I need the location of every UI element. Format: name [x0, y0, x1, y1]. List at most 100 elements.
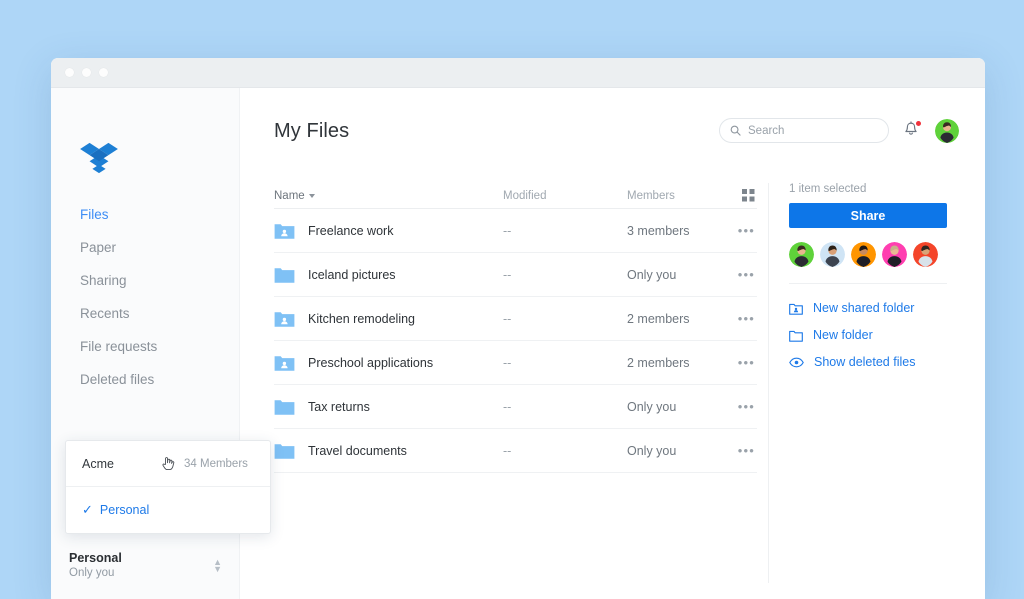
row-name-cell: Preschool applications: [274, 354, 503, 372]
dropbox-logo[interactable]: [80, 141, 118, 175]
row-overflow-menu[interactable]: •••: [727, 267, 757, 282]
popup-team-name: Acme: [82, 456, 114, 471]
row-modified-cell: --: [503, 267, 512, 282]
grid-view-toggle[interactable]: [727, 189, 757, 202]
row-modified-cell: --: [503, 311, 512, 326]
table-row[interactable]: Iceland pictures -- Only you •••: [274, 253, 757, 297]
folder-icon: [274, 442, 295, 460]
account-subtitle: Only you: [69, 567, 115, 579]
page-title: My Files: [274, 120, 350, 142]
file-name-label: Kitchen remodeling: [308, 311, 416, 326]
search-input[interactable]: Search: [748, 125, 784, 137]
row-overflow-menu[interactable]: •••: [727, 311, 757, 326]
table-row[interactable]: Kitchen remodeling -- 2 members •••: [274, 297, 757, 341]
column-header-modified[interactable]: Modified: [503, 190, 627, 202]
row-name-cell: Freelance work: [274, 222, 503, 240]
file-name-label: Iceland pictures: [308, 267, 396, 282]
account-name: Personal: [69, 551, 122, 565]
row-name-cell: Tax returns: [274, 398, 503, 416]
row-overflow-menu[interactable]: •••: [727, 223, 757, 238]
show-deleted-files-label: Show deleted files: [814, 355, 916, 369]
column-header-name[interactable]: Name: [274, 190, 503, 202]
sidebar-item-recents[interactable]: Recents: [80, 297, 230, 330]
row-modified-cell: --: [503, 355, 512, 370]
popup-personal-label: Personal: [99, 503, 150, 517]
notification-bell-icon[interactable]: [903, 119, 922, 141]
member-avatar-1[interactable]: [789, 242, 814, 267]
table-row[interactable]: Travel documents -- Only you •••: [274, 429, 757, 473]
grid-view-icon: [742, 189, 755, 202]
sidebar-item-file-requests[interactable]: File requests: [80, 330, 230, 363]
eye-icon: [789, 357, 804, 367]
search-box[interactable]: Search: [719, 118, 889, 143]
row-overflow-menu[interactable]: •••: [727, 355, 757, 370]
sidebar-item-paper[interactable]: Paper: [80, 231, 230, 264]
popup-team-member-count: 34 Members: [184, 457, 248, 470]
show-deleted-files-action[interactable]: Show deleted files: [789, 355, 968, 369]
share-button[interactable]: Share: [789, 203, 947, 228]
popup-item-personal[interactable]: ✓ Personal: [66, 487, 270, 533]
member-avatar-4[interactable]: [882, 242, 907, 267]
notification-badge: [915, 119, 922, 127]
new-folder-action[interactable]: New folder: [789, 328, 968, 342]
new-shared-folder-label: New shared folder: [813, 301, 915, 315]
row-overflow-menu[interactable]: •••: [727, 443, 757, 458]
row-name-cell: Kitchen remodeling: [274, 310, 503, 328]
member-avatar-3[interactable]: [851, 242, 876, 267]
new-shared-folder-icon: [789, 303, 803, 315]
check-icon: ✓: [82, 502, 93, 517]
account-switch-chevrons: ▲ ▼: [213, 557, 222, 574]
row-members-cell: 3 members: [627, 223, 690, 238]
new-folder-label: New folder: [813, 328, 873, 342]
selection-status: 1 item selected: [789, 183, 867, 195]
row-members-cell: Only you: [627, 399, 677, 414]
window-close-dot[interactable]: [65, 68, 74, 77]
file-name-label: Preschool applications: [308, 355, 434, 370]
sort-descending-caret: [308, 193, 315, 198]
window-maximize-dot[interactable]: [99, 68, 108, 77]
sidebar-nav: Files Paper Sharing Recents File request…: [80, 198, 230, 396]
row-modified-cell: --: [503, 443, 512, 458]
sidebar-item-files[interactable]: Files: [80, 198, 230, 231]
new-shared-folder-action[interactable]: New shared folder: [789, 301, 968, 315]
column-label-name: Name: [274, 189, 305, 202]
panel-actions: New shared folder New folder Show delete…: [789, 301, 968, 369]
column-header-members[interactable]: Members: [627, 190, 727, 202]
folder-icon: [274, 266, 295, 284]
file-list-header: Name Modified Members: [274, 183, 757, 209]
new-folder-icon: [789, 330, 803, 342]
file-name-label: Travel documents: [308, 443, 407, 458]
page-root: Files Paper Sharing Recents File request…: [0, 0, 1024, 599]
table-row[interactable]: Tax returns -- Only you •••: [274, 385, 757, 429]
row-name-cell: Iceland pictures: [274, 266, 503, 284]
main-content: My Files Search Name Modified Members Fr…: [240, 88, 985, 599]
popup-item-team[interactable]: Acme 34 Members: [66, 441, 270, 487]
row-members-cell: 2 members: [627, 355, 690, 370]
row-members-cell: Only you: [627, 443, 677, 458]
row-modified-cell: --: [503, 223, 512, 238]
row-members-cell: Only you: [627, 267, 677, 282]
chevron-down-icon: ▼: [213, 563, 222, 574]
sidebar-item-deleted-files[interactable]: Deleted files: [80, 363, 230, 396]
row-name-cell: Travel documents: [274, 442, 503, 460]
sidebar-item-sharing[interactable]: Sharing: [80, 264, 230, 297]
table-row[interactable]: Preschool applications -- 2 members •••: [274, 341, 757, 385]
row-modified-cell: --: [503, 399, 512, 414]
pointing-hand-cursor: [162, 457, 175, 471]
member-avatar-5[interactable]: [913, 242, 938, 267]
row-overflow-menu[interactable]: •••: [727, 399, 757, 414]
shared-folder-icon: [274, 310, 295, 328]
account-switcher[interactable]: Personal Only you ▲ ▼: [51, 536, 240, 599]
member-avatar-2[interactable]: [820, 242, 845, 267]
file-name-label: Freelance work: [308, 223, 394, 238]
table-row[interactable]: Freelance work -- 3 members •••: [274, 209, 757, 253]
window-minimize-dot[interactable]: [82, 68, 91, 77]
shared-folder-icon: [274, 222, 295, 240]
account-switcher-popup: Acme 34 Members ✓ Personal: [65, 440, 271, 534]
user-avatar[interactable]: [935, 118, 959, 143]
shared-folder-icon: [274, 354, 295, 372]
window-titlebar: [51, 58, 985, 88]
details-panel: 1 item selected Share New shared folder: [768, 183, 968, 583]
member-avatars: [789, 242, 947, 284]
file-name-label: Tax returns: [308, 399, 370, 414]
